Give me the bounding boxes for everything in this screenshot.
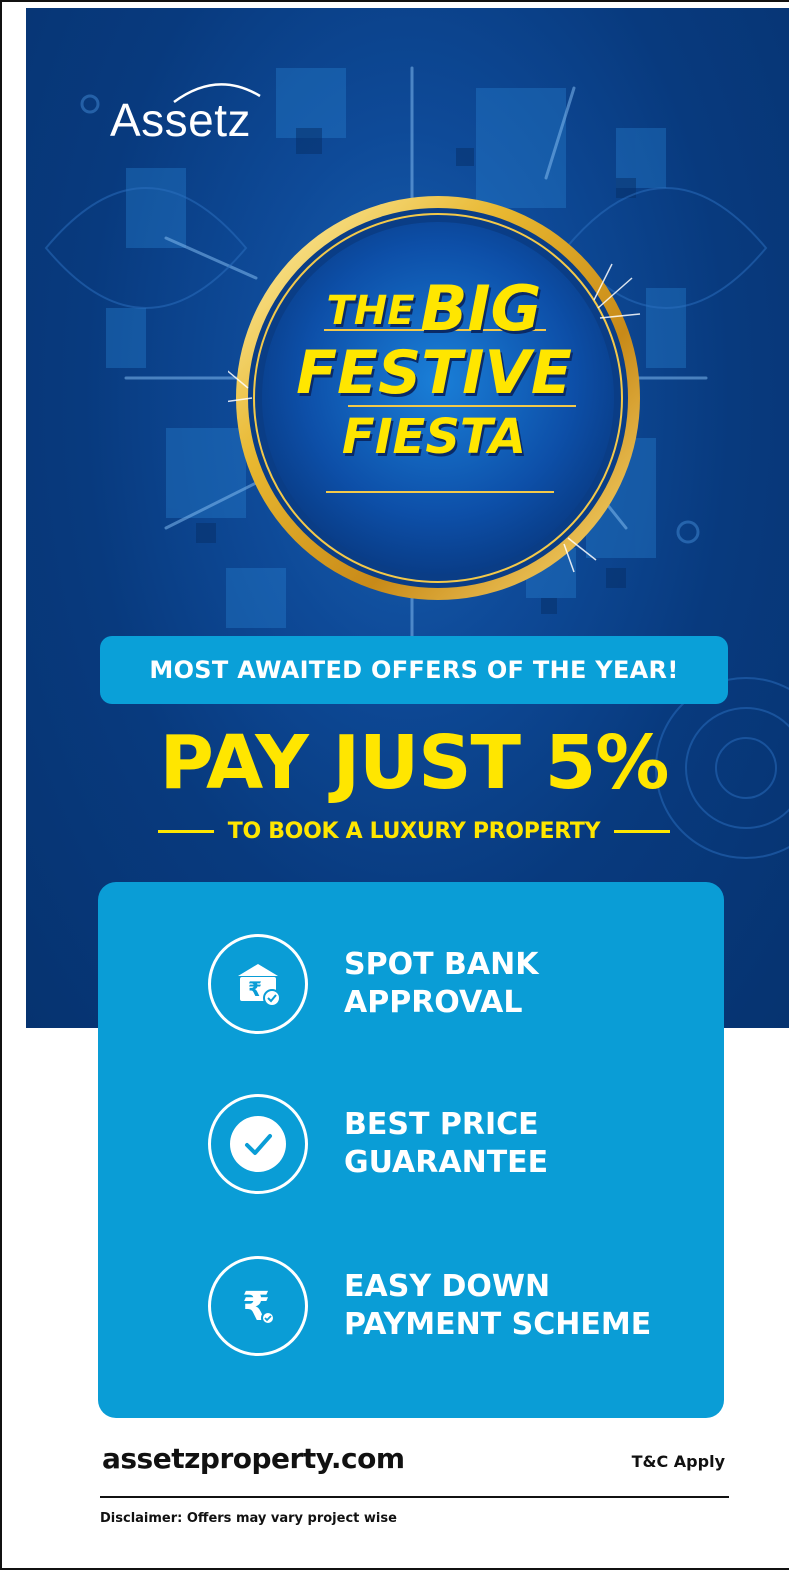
disclaimer-text: Disclaimer: Offers may vary project wise — [100, 1511, 397, 1526]
offer-banner: MOST AWAITED OFFERS OF THE YEAR! — [100, 636, 728, 704]
benefit-spot-bank-approval: ₹ SPOT BANK APPROVAL — [208, 932, 688, 1036]
festive-fiesta-title: THE BIG FESTIVE FIESTA — [254, 278, 614, 464]
benefit-text: EASY DOWN PAYMENT SCHEME — [344, 1268, 651, 1345]
footer-divider — [100, 1496, 729, 1498]
benefit-line1: EASY DOWN — [344, 1268, 551, 1304]
brand-logo: Assetz — [110, 94, 252, 146]
title-the: THE — [326, 288, 415, 334]
offer-subheadline: TO BOOK A LUXURY PROPERTY — [148, 814, 680, 848]
benefits-card: ₹ SPOT BANK APPROVAL BEST PRICE GUARANTE… — [98, 882, 724, 1418]
benefit-line1: SPOT BANK — [344, 946, 539, 982]
offer-banner-text: MOST AWAITED OFFERS OF THE YEAR! — [149, 656, 679, 684]
benefit-line2: APPROVAL — [344, 985, 523, 1020]
bank-rupee-icon: ₹ — [208, 934, 308, 1034]
subheadline-rule-left — [157, 829, 214, 833]
title-fiesta: FIESTA — [341, 409, 527, 465]
svg-text:₹: ₹ — [248, 977, 262, 1001]
benefit-line1: BEST PRICE — [344, 1106, 539, 1142]
title-festive: FESTIVE — [296, 338, 572, 408]
hero-background: Assetz THE BIG FESTIVE FIESTA — [26, 8, 789, 1028]
rupee-icon: ₹ — [208, 1256, 308, 1356]
benefit-text: BEST PRICE GUARANTEE — [344, 1106, 548, 1183]
website-link[interactable]: assetzproperty.com — [102, 1442, 405, 1475]
checkmark-icon — [208, 1094, 308, 1194]
benefit-line2: PAYMENT SCHEME — [344, 1307, 652, 1342]
terms-apply-label: T&C Apply — [631, 1452, 725, 1471]
offer-headline: PAY JUST 5% — [159, 720, 670, 806]
benefit-text: SPOT BANK APPROVAL — [344, 946, 538, 1023]
benefit-best-price-guarantee: BEST PRICE GUARANTEE — [208, 1092, 688, 1196]
benefit-line2: GUARANTEE — [344, 1145, 549, 1180]
subheadline-text: TO BOOK A LUXURY PROPERTY — [227, 818, 601, 844]
subheadline-rule-right — [614, 829, 671, 833]
benefit-easy-down-payment: ₹ EASY DOWN PAYMENT SCHEME — [208, 1254, 688, 1358]
title-big: BIG — [420, 272, 542, 345]
